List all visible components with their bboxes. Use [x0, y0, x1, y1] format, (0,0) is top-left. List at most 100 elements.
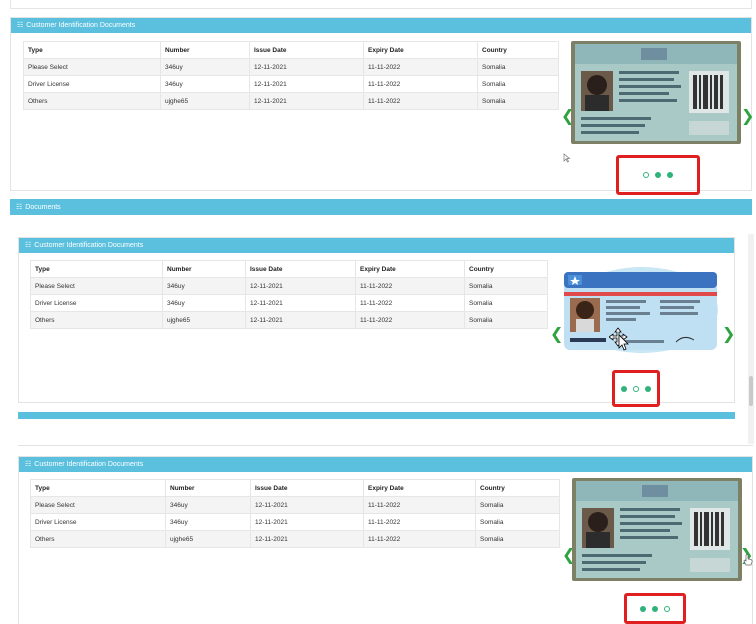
cell-number: 346uy	[162, 294, 246, 312]
cell-type: Others	[23, 92, 161, 110]
cell-number: 346uy	[165, 513, 251, 531]
table-row[interactable]: Please Select 346uy 12-11-2021 11-11-202…	[23, 58, 559, 76]
cell-issue-date: 12-11-2021	[250, 513, 364, 531]
col-issue-date: Issue Date	[245, 260, 356, 278]
cell-country: Somalia	[475, 530, 560, 548]
list-icon: ☷	[25, 242, 32, 249]
chevron-right-icon[interactable]: ❯	[722, 326, 735, 342]
cell-type: Driver License	[30, 294, 163, 312]
cell-issue-date: 12-11-2021	[245, 311, 356, 329]
cell-number: 346uy	[162, 277, 246, 295]
cell-country: Somalia	[475, 496, 560, 514]
list-icon: ☷	[16, 203, 23, 211]
col-number: Number	[162, 260, 246, 278]
col-expiry-date: Expiry Date	[363, 479, 476, 497]
cell-type: Driver License	[30, 513, 166, 531]
cell-issue-date: 12-11-2021	[245, 277, 356, 295]
col-issue-date: Issue Date	[249, 41, 364, 59]
col-country: Country	[475, 479, 560, 497]
list-icon: ☷	[25, 461, 32, 468]
cell-country: Somalia	[464, 311, 548, 329]
cell-country: Somalia	[464, 294, 548, 312]
cell-expiry-date: 11-11-2022	[363, 530, 476, 548]
table-row[interactable]: Others ujghe65 12-11-2021 11-11-2022 Som…	[23, 92, 559, 110]
carousel-indicators-2	[612, 370, 660, 407]
carousel-dot[interactable]	[643, 172, 649, 178]
cell-country: Somalia	[464, 277, 548, 295]
carousel-indicators-1	[616, 155, 700, 195]
chevron-left-icon[interactable]: ❮	[550, 326, 563, 342]
documents-header: ☷ Documents	[10, 199, 752, 215]
cell-number: ujghe65	[160, 92, 250, 110]
carousel-dot[interactable]	[640, 605, 646, 612]
cell-expiry-date: 11-11-2022	[355, 311, 465, 329]
col-expiry-date: Expiry Date	[363, 41, 478, 59]
cell-type: Please Select	[23, 58, 161, 76]
vehicle-ownership-card-image	[572, 478, 742, 581]
col-type: Type	[30, 479, 166, 497]
chevron-right-icon[interactable]: ❯	[741, 108, 754, 124]
cell-country: Somalia	[477, 92, 559, 110]
hand-cursor-icon	[743, 554, 753, 566]
cell-type: Others	[30, 311, 163, 329]
cell-issue-date: 12-11-2021	[249, 92, 364, 110]
carousel-dot[interactable]	[621, 385, 627, 392]
cell-expiry-date: 11-11-2022	[363, 92, 478, 110]
carousel-dot[interactable]	[645, 385, 651, 392]
carousel-dot[interactable]	[652, 605, 658, 612]
table-row[interactable]: Please Select 346uy 12-11-2021 11-11-202…	[30, 496, 560, 514]
documents-panel: ☷ Documents	[10, 199, 752, 215]
col-expiry-date: Expiry Date	[355, 260, 465, 278]
cell-issue-date: 12-11-2021	[250, 496, 364, 514]
top-panel	[10, 0, 752, 9]
col-type: Type	[30, 260, 163, 278]
cell-expiry-date: 11-11-2022	[355, 277, 465, 295]
table-row[interactable]: Driver License 346uy 12-11-2021 11-11-20…	[23, 75, 559, 93]
cell-number: 346uy	[160, 58, 250, 76]
documents-table: Type Number Issue Date Expiry Date Count…	[30, 479, 560, 548]
table-row[interactable]: Please Select 346uy 12-11-2021 11-11-202…	[30, 277, 548, 295]
carousel-dot-active[interactable]	[667, 172, 673, 178]
col-country: Country	[464, 260, 548, 278]
cell-issue-date: 12-11-2021	[249, 58, 364, 76]
cell-country: Somalia	[477, 75, 559, 93]
carousel-dot-active[interactable]	[664, 605, 670, 612]
cell-type: Others	[30, 530, 166, 548]
cell-expiry-date: 11-11-2022	[355, 294, 465, 312]
scrollbar[interactable]	[748, 234, 754, 444]
documents-table: Type Number Issue Date Expiry Date Count…	[23, 41, 559, 110]
panel-header: ☷ Customer Identification Documents	[19, 238, 734, 253]
cell-expiry-date: 11-11-2022	[363, 513, 476, 531]
cell-issue-date: 12-11-2021	[245, 294, 356, 312]
cell-number: ujghe65	[162, 311, 246, 329]
carousel-dot-active[interactable]	[633, 385, 639, 392]
list-icon: ☷	[17, 22, 24, 29]
panel-title: Customer Identification Documents	[34, 461, 144, 468]
panel-title: Customer Identification Documents	[34, 242, 144, 249]
mouse-cursor-icon	[563, 153, 571, 163]
cell-number: 346uy	[160, 75, 250, 93]
col-issue-date: Issue Date	[250, 479, 364, 497]
scrollbar-thumb[interactable]	[749, 376, 753, 406]
col-number: Number	[165, 479, 251, 497]
cell-expiry-date: 11-11-2022	[363, 75, 478, 93]
table-row[interactable]: Driver License 346uy 12-11-2021 11-11-20…	[30, 513, 560, 531]
vehicle-ownership-card-image	[571, 41, 741, 144]
cell-country: Somalia	[477, 58, 559, 76]
col-country: Country	[477, 41, 559, 59]
carousel-dot[interactable]	[655, 172, 661, 178]
col-type: Type	[23, 41, 161, 59]
cell-number: 346uy	[165, 496, 251, 514]
cell-expiry-date: 11-11-2022	[363, 496, 476, 514]
panel-title: Customer Identification Documents	[26, 22, 136, 29]
table-row[interactable]: Others ujghe65 12-11-2021 11-11-2022 Som…	[30, 311, 548, 329]
cell-type: Please Select	[30, 496, 166, 514]
documents-table: Type Number Issue Date Expiry Date Count…	[30, 260, 548, 329]
cell-number: ujghe65	[165, 530, 251, 548]
carousel-indicators-3	[624, 593, 686, 624]
empty-panel	[18, 419, 753, 446]
col-number: Number	[160, 41, 250, 59]
table-row[interactable]: Others ujghe65 12-11-2021 11-11-2022 Som…	[30, 530, 560, 548]
driving-license-image	[564, 266, 719, 354]
table-row[interactable]: Driver License 346uy 12-11-2021 11-11-20…	[30, 294, 548, 312]
